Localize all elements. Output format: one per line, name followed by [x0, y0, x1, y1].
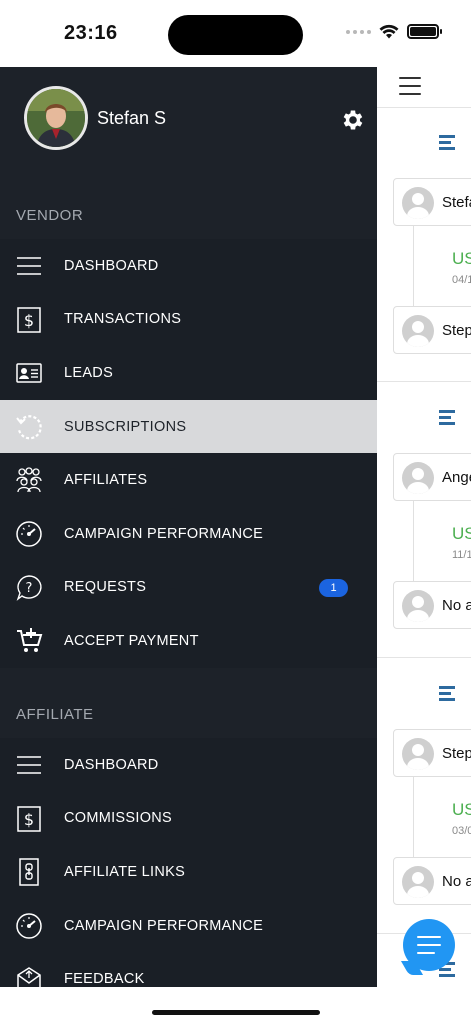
divider [377, 381, 471, 382]
dynamic-island [168, 15, 303, 55]
avatar [402, 462, 434, 494]
cart-plus-icon [15, 627, 43, 655]
vendor-menu: DASHBOARD $ TRANSACTIONS LEADS SUBSCRIPT… [0, 239, 377, 668]
amount-text: US [452, 800, 471, 819]
menu-item-feedback[interactable]: FEEDBACK [0, 952, 377, 987]
menu-label: DASHBOARD [64, 257, 159, 274]
app-screen: 23:16 Stefa US 04/1 Step [0, 0, 471, 1024]
main-content: Stefa US 04/1 Step Ange US 11/1 No a [377, 67, 471, 987]
home-indicator-area [0, 987, 471, 1024]
dollar-icon: $ [15, 805, 43, 833]
menu-label: LEADS [64, 364, 114, 381]
reply-text: No a [442, 597, 471, 614]
menu-label: DASHBOARD [64, 756, 159, 773]
reply-text: No a [442, 873, 471, 890]
date-text: 04/1 [452, 274, 471, 286]
customer-name: Stefa [442, 194, 471, 211]
user-photo-icon [27, 89, 85, 147]
menu-label: CAMPAIGN PERFORMANCE [64, 917, 264, 934]
menu-label: REQUESTS [64, 579, 147, 596]
menu-item-affiliate-dashboard[interactable]: DASHBOARD [0, 738, 377, 792]
status-time: 23:16 [64, 22, 118, 44]
question-bubble-icon: ? [15, 574, 43, 602]
notification-badge: 1 [319, 578, 348, 597]
mail-icon [15, 965, 43, 987]
settings-gear-icon[interactable] [340, 107, 366, 133]
contact-card-icon [15, 359, 43, 387]
dollar-icon: $ [15, 306, 43, 334]
svg-text:?: ? [26, 581, 33, 596]
menu-toggle-icon[interactable] [399, 77, 421, 95]
list-icon [15, 252, 43, 280]
menu-label: COMMISSIONS [64, 810, 173, 827]
avatar [402, 590, 434, 622]
menu-item-commissions[interactable]: $ COMMISSIONS [0, 792, 377, 846]
menu-item-affiliate-links[interactable]: AFFILIATE LINKS [0, 845, 377, 899]
divider [377, 657, 471, 658]
menu-item-subscriptions[interactable]: SUBSCRIPTIONS [0, 399, 377, 454]
svg-text:$: $ [24, 810, 34, 829]
list-item[interactable]: Stefa [393, 178, 471, 226]
amount-text: US [452, 524, 471, 543]
chat-button[interactable] [403, 919, 455, 971]
brand-logo-icon [439, 125, 461, 156]
list-item[interactable]: No a [393, 581, 471, 629]
signal-icon [346, 29, 371, 34]
avatar [402, 738, 434, 770]
menu-label: TRANSACTIONS [64, 311, 182, 328]
avatar [402, 315, 434, 347]
speedometer-icon [15, 520, 43, 548]
status-bar: 23:16 [0, 0, 471, 67]
menu-item-requests[interactable]: ? REQUESTS 1 [0, 561, 377, 615]
list-item[interactable]: Step [393, 729, 471, 777]
menu-label: ACCEPT PAYMENT [64, 632, 199, 649]
menu-item-campaign-performance[interactable]: CAMPAIGN PERFORMANCE [0, 507, 377, 561]
home-indicator[interactable] [152, 1010, 320, 1015]
profile-header: Stefan S [0, 67, 377, 167]
timeline-line [413, 777, 414, 857]
affiliate-menu: DASHBOARD $ COMMISSIONS AFFILIATE LINKS … [0, 738, 377, 987]
menu-label: AFFILIATES [64, 472, 148, 489]
timeline-line [413, 501, 414, 581]
section-title: AFFILIATE [16, 706, 94, 723]
brand-logo-icon [439, 676, 461, 707]
list-icon [15, 751, 43, 779]
user-name: Stefan S [97, 108, 167, 128]
svg-text:$: $ [24, 311, 34, 330]
customer-name: Step [442, 745, 471, 762]
amount-text: US [452, 249, 471, 268]
wifi-icon [379, 24, 399, 39]
link-icon [15, 858, 43, 886]
speedometer-icon [15, 912, 43, 940]
menu-label: SUBSCRIPTIONS [64, 418, 187, 435]
divider [377, 107, 471, 108]
menu-item-affiliate-campaign-performance[interactable]: CAMPAIGN PERFORMANCE [0, 899, 377, 953]
menu-label: CAMPAIGN PERFORMANCE [64, 525, 264, 542]
menu-item-affiliates[interactable]: AFFILIATES [0, 453, 377, 507]
refresh-icon [15, 413, 43, 441]
menu-label: AFFILIATE LINKS [64, 863, 186, 880]
section-title: VENDOR [16, 207, 84, 224]
avatar[interactable] [24, 86, 88, 150]
avatar [402, 866, 434, 898]
brand-logo-icon [439, 400, 461, 431]
reply-text: Step [442, 322, 471, 339]
status-icons [346, 24, 442, 39]
menu-item-transactions[interactable]: $ TRANSACTIONS [0, 293, 377, 347]
customer-name: Ange [442, 469, 471, 486]
list-item[interactable]: Step [393, 306, 471, 354]
menu-item-accept-payment[interactable]: ACCEPT PAYMENT [0, 614, 377, 668]
group-icon [15, 466, 43, 494]
menu-label: FEEDBACK [64, 971, 145, 987]
menu-item-leads[interactable]: LEADS [0, 346, 377, 400]
menu-item-dashboard[interactable]: DASHBOARD [0, 239, 377, 293]
battery-icon [407, 24, 442, 39]
date-text: 03/0 [452, 825, 471, 837]
date-text: 11/1 [452, 549, 471, 561]
avatar [402, 187, 434, 219]
list-item[interactable]: No a [393, 857, 471, 905]
list-item[interactable]: Ange [393, 453, 471, 501]
timeline-line [413, 226, 414, 306]
navigation-drawer: Stefan S VENDOR DASHBOARD $ TRANSACTIONS [0, 67, 377, 987]
